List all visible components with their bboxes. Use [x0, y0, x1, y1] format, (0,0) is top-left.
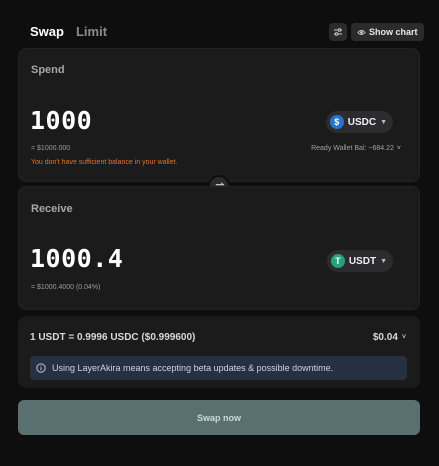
receive-title: Receive: [31, 203, 73, 215]
tab-bar: Swap Limit: [30, 24, 107, 39]
show-chart-label: Show chart: [369, 27, 418, 37]
balance-warning: You don't have sufficient balance in you…: [31, 159, 178, 166]
swap-now-button[interactable]: Swap now: [18, 400, 420, 435]
spend-fiat-value: = $1000.000: [31, 145, 71, 152]
tab-limit[interactable]: Limit: [76, 24, 107, 39]
chevron-down-icon: ▼: [380, 257, 387, 265]
wallet-balance[interactable]: Ready Wallet Bal: ~684.22 ˅: [311, 145, 401, 152]
settings-button[interactable]: [329, 23, 347, 41]
usdt-icon: T: [330, 254, 345, 268]
receive-card: Receive 1000.4 T USDT ▼ = $1000.4000 (0.…: [18, 186, 420, 310]
rate-panel: 1 USDT = 0.9996 USDC ($0.999600) $0.04 ˅…: [18, 316, 420, 388]
beta-notice: Using LayerAkira means accepting beta up…: [30, 356, 407, 380]
spend-token-selector[interactable]: $ USDC ▼: [325, 111, 393, 133]
beta-notice-text: Using LayerAkira means accepting beta up…: [52, 363, 334, 373]
usdc-icon: $: [329, 115, 344, 129]
chevron-down-icon: ˅: [401, 334, 406, 341]
info-icon: [36, 363, 46, 373]
exchange-rate: 1 USDT = 0.9996 USDC ($0.999600): [30, 332, 196, 343]
wallet-balance-label: Ready Wallet Bal: ~684.22: [311, 145, 394, 152]
fee-value: $0.04: [372, 332, 398, 343]
spend-token-label: USDC: [347, 116, 377, 128]
show-chart-button[interactable]: Show chart: [351, 23, 424, 41]
fee-toggle[interactable]: $0.04 ˅: [373, 332, 406, 343]
chevron-down-icon: ˅: [396, 145, 401, 152]
receive-fiat-value: = $1000.4000 (0.04%): [31, 284, 101, 291]
receive-amount: 1000.4: [30, 244, 124, 273]
spend-amount-input[interactable]: 1000: [30, 106, 92, 135]
receive-token-selector[interactable]: T USDT ▼: [326, 250, 393, 272]
spend-title: Spend: [31, 64, 65, 76]
swap-widget: Swap Limit Show chart Spend 1000 $ USDC …: [0, 0, 439, 466]
receive-token-label: USDT: [348, 255, 377, 267]
chevron-down-icon: ▼: [380, 118, 387, 126]
eye-icon: [357, 29, 366, 35]
sliders-icon: [334, 28, 342, 36]
tab-swap[interactable]: Swap: [30, 24, 64, 39]
spend-card: Spend 1000 $ USDC ▼ = $1000.000 You don'…: [18, 48, 420, 182]
